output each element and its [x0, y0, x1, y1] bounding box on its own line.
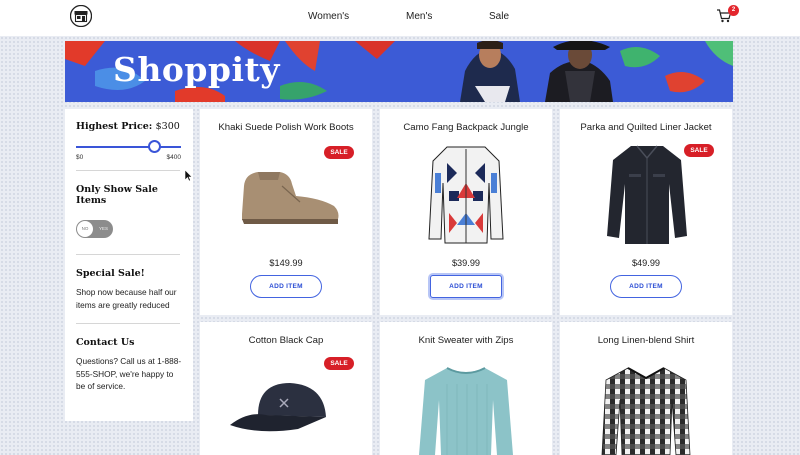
storefront-icon[interactable] — [70, 5, 92, 27]
hero-title: Shoppity — [113, 50, 280, 89]
top-navigation: Women's Men's Sale 2 — [0, 0, 800, 36]
nav-link-sale[interactable]: Sale — [489, 11, 509, 22]
nav-link-womens[interactable]: Women's — [308, 11, 349, 22]
nav-link-mens[interactable]: Men's — [406, 11, 432, 22]
price-slider-thumb[interactable] — [148, 140, 162, 153]
product-card: Parka and Quilted Liner Jacket SALE $49.… — [560, 109, 732, 315]
price-slider[interactable] — [76, 140, 181, 154]
price-filter-value: $300 — [155, 121, 180, 132]
product-card: Khaki Suede Polish Work Boots SALE $149.… — [200, 109, 372, 315]
contact-heading: Contact Us — [76, 337, 135, 348]
product-image-boots — [242, 172, 339, 224]
toggle-off-label: YES — [98, 226, 108, 231]
slider-min-label: $0 — [76, 154, 84, 161]
divider — [76, 254, 180, 255]
product-price: $49.99 — [631, 258, 661, 268]
sale-badge: SALE — [324, 357, 354, 370]
add-item-button[interactable]: ADD ITEM — [430, 275, 502, 298]
divider — [76, 323, 180, 324]
hero-banner: Shoppity — [65, 41, 733, 102]
product-title: Cotton Black Cap — [248, 335, 324, 346]
sale-only-toggle[interactable]: NO YES — [76, 220, 113, 238]
product-title: Khaki Suede Polish Work Boots — [218, 122, 354, 133]
add-item-button[interactable]: ADD ITEM — [250, 275, 322, 298]
product-title: Camo Fang Backpack Jungle — [403, 122, 529, 133]
toggle-knob[interactable]: NO — [77, 221, 93, 237]
price-filter-label: Highest Price: — [76, 121, 153, 132]
price-slider-labels: $0 $400 — [76, 154, 181, 164]
add-item-button[interactable]: ADD ITEM — [610, 275, 682, 298]
divider — [76, 170, 180, 171]
price-filter-heading: Highest Price: $300 — [76, 121, 182, 132]
product-price: $39.99 — [451, 258, 481, 268]
product-image-parka — [607, 145, 687, 244]
sale-filter-heading: Only Show Sale Items — [76, 184, 158, 206]
price-slider-track[interactable] — [76, 146, 181, 148]
filter-sidebar: Highest Price: $300 $0 $400 Only Show Sa… — [65, 109, 193, 421]
product-title: Long Linen-blend Shirt — [597, 335, 695, 346]
product-title: Knit Sweater with Zips — [418, 335, 514, 346]
product-image-jacket-pattern — [428, 146, 504, 244]
contact-text: Questions? Call us at 1-888-555-SHOP, we… — [76, 356, 182, 391]
product-image-cap — [230, 383, 326, 432]
product-title: Parka and Quilted Liner Jacket — [580, 122, 712, 133]
product-card: Camo Fang Backpack Jungle $39.99 ADD ITE… — [380, 109, 552, 315]
product-price: $149.99 — [269, 258, 303, 268]
sale-badge: SALE — [324, 146, 354, 159]
slider-max-label: $400 — [166, 154, 181, 161]
product-image-sweater — [419, 367, 513, 455]
mouse-cursor-icon — [185, 170, 193, 182]
cart-count-badge: 2 — [728, 5, 739, 16]
product-image-plaid-shirt — [601, 367, 691, 455]
product-card: Long Linen-blend Shirt — [560, 322, 732, 455]
special-sale-text: Shop now because half our items are grea… — [76, 287, 177, 310]
special-sale-heading: Special Sale! — [76, 268, 145, 279]
product-card: Knit Sweater with Zips — [380, 322, 552, 455]
product-card: Cotton Black Cap SALE — [200, 322, 372, 455]
